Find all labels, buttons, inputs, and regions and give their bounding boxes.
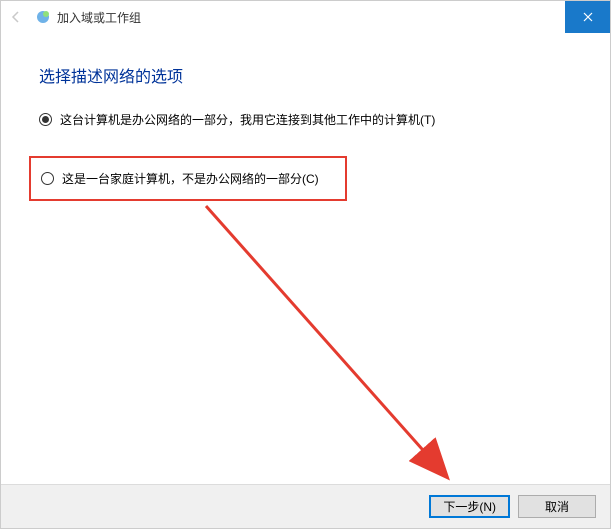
button-label: 取消 (545, 498, 569, 515)
back-arrow-icon (8, 9, 24, 25)
close-icon (583, 12, 593, 22)
page-heading: 选择描述网络的选项 (39, 63, 572, 87)
content-area: 选择描述网络的选项 这台计算机是办公网络的一部分，我用它连接到其他工作中的计算机… (1, 33, 610, 201)
option-office-network[interactable]: 这台计算机是办公网络的一部分，我用它连接到其他工作中的计算机(T) (39, 111, 572, 128)
close-button[interactable] (565, 1, 610, 33)
title-bar: 加入域或工作组 (1, 1, 610, 33)
wizard-icon (35, 9, 51, 25)
window-title: 加入域或工作组 (57, 9, 141, 26)
option-home-computer[interactable]: 这是一台家庭计算机，不是办公网络的一部分(C) (35, 170, 337, 187)
highlight-annotation: 这是一台家庭计算机，不是办公网络的一部分(C) (29, 156, 347, 201)
footer-bar: 下一步(N) 取消 (1, 484, 610, 528)
cancel-button[interactable]: 取消 (518, 495, 596, 518)
back-button[interactable] (1, 1, 31, 33)
option-label: 这是一台家庭计算机，不是办公网络的一部分(C) (62, 170, 319, 187)
radio-icon (39, 113, 52, 126)
next-button[interactable]: 下一步(N) (429, 495, 510, 518)
option-label: 这台计算机是办公网络的一部分，我用它连接到其他工作中的计算机(T) (60, 111, 435, 128)
button-label: 下一步(N) (443, 498, 496, 515)
radio-icon (41, 172, 54, 185)
